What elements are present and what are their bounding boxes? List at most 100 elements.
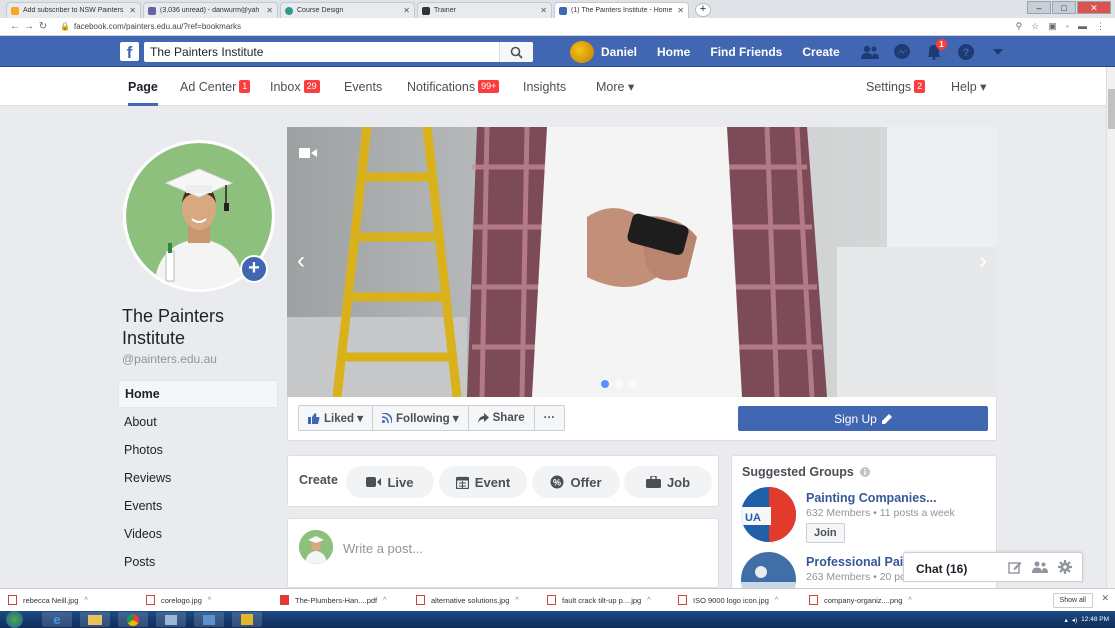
maximize-button[interactable]: □ <box>1052 1 1076 14</box>
tab-close-icon[interactable]: ✕ <box>129 6 136 15</box>
close-downloads-icon[interactable]: ✕ <box>1101 593 1109 604</box>
slide-dot[interactable] <box>601 380 609 388</box>
share-button[interactable]: Share <box>469 406 535 430</box>
page-handle[interactable]: @painters.edu.au <box>122 352 217 366</box>
cover-next-arrow-icon[interactable]: › <box>979 247 987 275</box>
help-question-icon[interactable]: ? <box>956 42 976 62</box>
download-item[interactable]: corelogo.jpg ^ <box>146 589 274 612</box>
account-dropdown-icon[interactable] <box>988 42 1008 62</box>
zoom-icon[interactable]: ⚲ <box>1016 21 1023 32</box>
facebook-logo-icon[interactable]: f <box>120 42 139 61</box>
new-message-icon[interactable] <box>1008 560 1022 574</box>
browser-tab[interactable]: Add subscriber to NSW Painters ✕ <box>6 2 141 18</box>
minimize-button[interactable]: – <box>1027 1 1051 14</box>
tab-help[interactable]: Help ▾ <box>951 67 986 106</box>
forward-button[interactable]: → <box>22 21 36 32</box>
chevron-up-icon[interactable]: ^ <box>383 597 386 604</box>
side-menu-home[interactable]: Home <box>118 380 278 408</box>
group-name-link[interactable]: Painting Companies... <box>806 491 937 505</box>
browser-menu-icon[interactable]: ⋮ <box>1096 21 1105 32</box>
write-post-input[interactable]: Write a post... <box>343 541 423 556</box>
slide-dot[interactable] <box>629 380 637 388</box>
slide-dot[interactable] <box>615 380 623 388</box>
extension-icon[interactable]: ▣ <box>1048 21 1057 32</box>
info-icon[interactable] <box>859 467 870 477</box>
tab-close-icon[interactable]: ✕ <box>403 6 410 15</box>
side-menu-reviews[interactable]: Reviews <box>118 464 278 492</box>
tab-more[interactable]: More ▾ <box>596 67 634 106</box>
page-scrollbar[interactable] <box>1106 67 1115 590</box>
tab-close-icon[interactable]: ✕ <box>540 6 547 15</box>
download-item[interactable]: rebecca Neill.jpg ^ <box>8 589 140 612</box>
profile-link[interactable]: Daniel <box>601 45 637 59</box>
download-item[interactable]: ISO 9000 logo icon.jpg ^ <box>678 589 803 612</box>
back-button[interactable]: ← <box>8 21 22 32</box>
tab-notifications[interactable]: Notifications 99+ <box>407 67 500 106</box>
side-menu-events[interactable]: Events <box>118 492 278 520</box>
create-offer-button[interactable]: % Offer <box>532 466 620 498</box>
ie-taskbar-icon[interactable]: e <box>42 612 72 627</box>
chrome-taskbar-icon[interactable] <box>118 612 148 627</box>
group-thumbnail[interactable]: UA <box>741 487 796 542</box>
tab-inbox[interactable]: Inbox 29 <box>270 67 320 106</box>
chat-bar[interactable]: Chat (16) <box>903 552 1083 582</box>
join-group-button[interactable]: Join <box>806 523 845 543</box>
search-input[interactable] <box>144 45 499 59</box>
create-event-button[interactable]: Event <box>439 466 527 498</box>
tab-close-icon[interactable]: ✕ <box>266 6 273 15</box>
browser-tab-active[interactable]: (1) The Painters Institute - Home ✕ <box>554 2 689 18</box>
extension-icon[interactable]: ▬ <box>1078 21 1087 32</box>
side-menu-photos[interactable]: Photos <box>118 436 278 464</box>
browser-tab[interactable]: Trainer ✕ <box>417 2 552 18</box>
create-job-button[interactable]: Job <box>624 466 712 498</box>
cover-prev-arrow-icon[interactable]: ‹ <box>297 247 305 275</box>
chevron-up-icon[interactable]: ^ <box>515 597 518 604</box>
download-item[interactable]: fault crack tilt-up p....jpg ^ <box>547 589 672 612</box>
start-button[interactable] <box>6 611 23 628</box>
scrollbar-thumb[interactable] <box>1108 89 1115 129</box>
add-profile-photo-button[interactable]: + <box>240 255 268 283</box>
chevron-up-icon[interactable]: ^ <box>908 597 911 604</box>
search-button[interactable] <box>499 42 533 62</box>
download-item[interactable]: The-Plumbers-Han....pdf ^ <box>280 589 410 612</box>
bookmark-star-icon[interactable]: ☆ <box>1031 21 1039 32</box>
create-link[interactable]: Create <box>802 45 839 59</box>
app-taskbar-icon[interactable] <box>232 612 262 627</box>
new-tab-button[interactable]: + <box>695 3 711 17</box>
following-button[interactable]: Following ▾ <box>373 406 469 430</box>
tab-close-icon[interactable]: ✕ <box>677 6 684 15</box>
download-item[interactable]: alternative solutions.jpg ^ <box>416 589 541 612</box>
app-taskbar-icon[interactable] <box>194 612 224 627</box>
network-icon[interactable]: ▴ <box>1064 616 1067 624</box>
chat-settings-gear-icon[interactable] <box>1058 560 1072 574</box>
volume-icon[interactable]: ◂) <box>1072 616 1077 624</box>
tab-page[interactable]: Page <box>128 67 158 106</box>
browser-tab[interactable]: (3,036 unread) - danwurm@yah ✕ <box>143 2 278 18</box>
side-menu-about[interactable]: About <box>118 408 278 436</box>
find-friends-link[interactable]: Find Friends <box>710 45 782 59</box>
chevron-up-icon[interactable]: ^ <box>84 597 87 604</box>
chevron-up-icon[interactable]: ^ <box>775 597 778 604</box>
chevron-up-icon[interactable]: ^ <box>647 597 650 604</box>
reload-button[interactable]: ↻ <box>36 21 50 32</box>
messenger-icon[interactable] <box>892 42 912 62</box>
create-live-button[interactable]: Live <box>346 466 434 498</box>
url-field[interactable]: 🔒 facebook.com/painters.edu.au/?ref=bookm… <box>60 22 241 31</box>
cover-video[interactable]: ‹ › <box>287 127 997 397</box>
friend-requests-icon[interactable] <box>860 42 880 62</box>
notifications-bell-icon[interactable]: 1 <box>924 38 947 62</box>
side-menu-videos[interactable]: Videos <box>118 520 278 548</box>
extension-icon[interactable]: ◦ <box>1066 21 1069 32</box>
app-taskbar-icon[interactable] <box>156 612 186 627</box>
group-chat-icon[interactable] <box>1032 560 1048 574</box>
window-close-button[interactable]: ✕ <box>1077 1 1111 14</box>
more-options-button[interactable]: ··· <box>535 406 565 430</box>
explorer-taskbar-icon[interactable] <box>80 612 110 627</box>
browser-tab[interactable]: Course Design ✕ <box>280 2 415 18</box>
home-link[interactable]: Home <box>657 45 690 59</box>
show-all-downloads-button[interactable]: Show all <box>1052 593 1093 608</box>
tab-ad-center[interactable]: Ad Center 1 <box>180 67 251 106</box>
tab-insights[interactable]: Insights <box>523 67 566 106</box>
group-name-link[interactable]: Professional Pair <box>806 555 908 569</box>
side-menu-posts[interactable]: Posts <box>118 548 278 576</box>
